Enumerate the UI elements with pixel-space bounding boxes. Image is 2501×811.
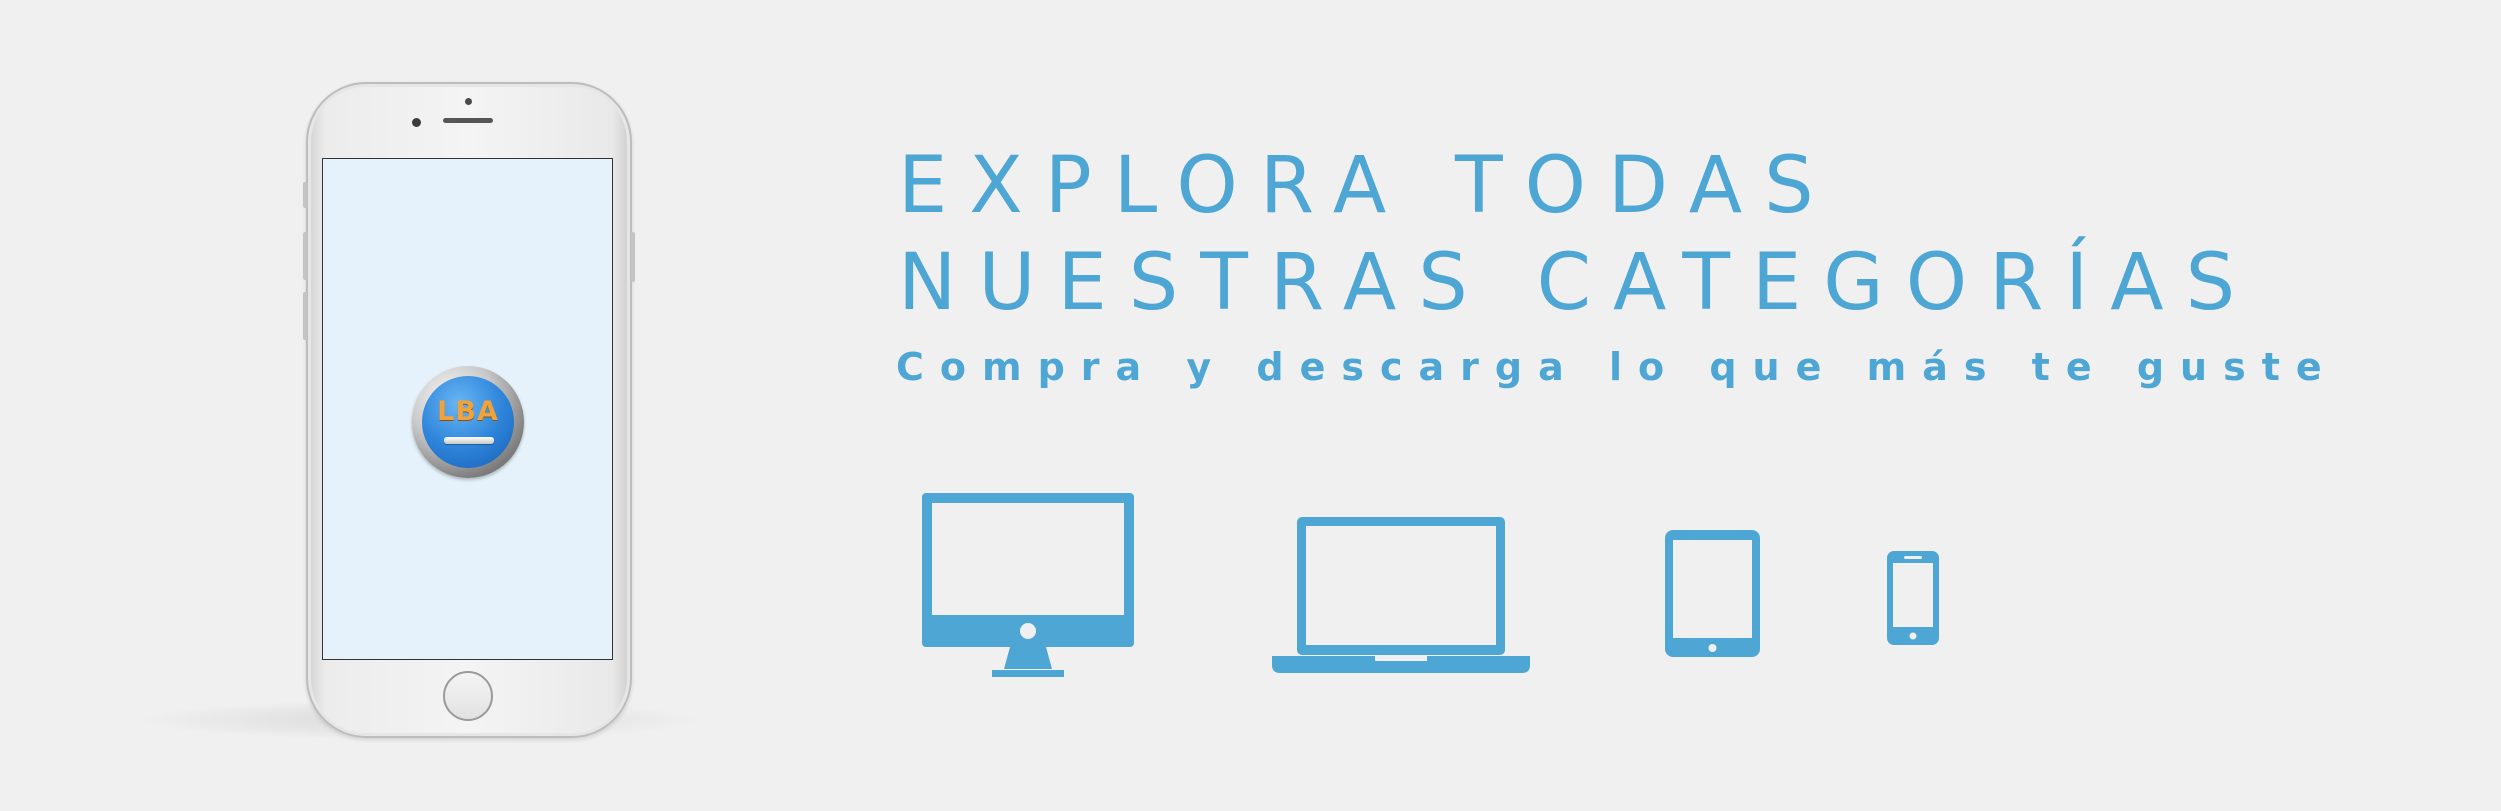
phone-speaker bbox=[443, 118, 493, 123]
smartphone-icon bbox=[1887, 551, 1939, 645]
headline-line-2: NUESTRAS CATEGORÍAS bbox=[898, 238, 2258, 328]
app-logo-bar bbox=[444, 437, 494, 444]
phone-mockup: LBA bbox=[303, 82, 635, 738]
phone-screen: LBA bbox=[322, 158, 613, 660]
app-logo: LBA bbox=[412, 366, 524, 478]
headline-line-1: EXPLORA TODAS bbox=[898, 141, 1836, 231]
phone-power-button bbox=[631, 232, 635, 282]
tablet-icon bbox=[1665, 530, 1760, 657]
subheadline: Compra y descarga lo que más te guste bbox=[896, 345, 2338, 389]
phone-mute-switch bbox=[303, 182, 307, 208]
phone-sensor bbox=[465, 98, 472, 105]
phone-volume-up-button bbox=[303, 232, 307, 280]
desktop-monitor-icon bbox=[922, 493, 1134, 683]
phone-front-camera bbox=[412, 118, 421, 127]
app-logo-text: LBA bbox=[437, 396, 499, 427]
laptop-icon bbox=[1272, 517, 1530, 674]
app-logo-face: LBA bbox=[422, 376, 514, 468]
phone-volume-down-button bbox=[303, 292, 307, 340]
headline: EXPLORA TODAS NUESTRAS CATEGORÍAS bbox=[898, 138, 2257, 332]
phone-home-button bbox=[443, 671, 493, 721]
